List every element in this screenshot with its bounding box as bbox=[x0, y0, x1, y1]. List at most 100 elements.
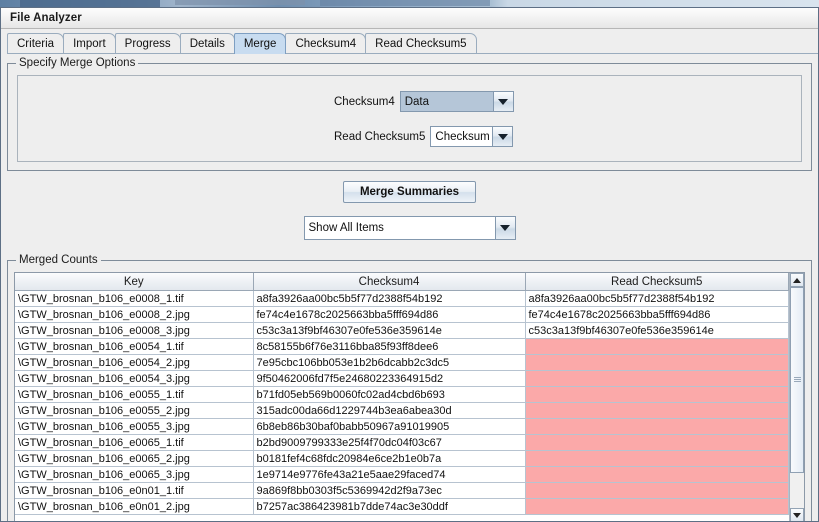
cell-checksum4[interactable]: c53c3a13f9bf46307e0fe536e359614e bbox=[253, 323, 525, 339]
column-header-read-checksum5[interactable]: Read Checksum5 bbox=[525, 273, 789, 291]
cell-read-checksum5-missing[interactable] bbox=[525, 403, 789, 419]
tab-criteria[interactable]: Criteria bbox=[7, 33, 64, 54]
cell-key[interactable]: \GTW_brosnan_b106_e0054_2.jpg bbox=[15, 355, 253, 371]
scroll-down-arrow-icon[interactable] bbox=[790, 508, 804, 522]
cell-checksum4[interactable]: 1e9714e9776fe43a21e5aae29faced74 bbox=[253, 467, 525, 483]
table-vertical-scrollbar[interactable] bbox=[789, 273, 804, 522]
cell-read-checksum5-missing[interactable] bbox=[525, 451, 789, 467]
tab-bar: Criteria Import Progress Details Merge C… bbox=[1, 29, 818, 54]
tab-read-checksum5[interactable]: Read Checksum5 bbox=[365, 33, 476, 54]
cell-checksum4[interactable]: fe74c4e1678c2025663bba5fff694d86 bbox=[253, 307, 525, 323]
cell-key[interactable]: \GTW_brosnan_b106_e0055_3.jpg bbox=[15, 419, 253, 435]
table-row[interactable]: \GTW_brosnan_b106_e0054_1.tif8c58155b6f7… bbox=[15, 339, 789, 355]
cell-key[interactable]: \GTW_brosnan_b106_e0065_1.tif bbox=[15, 435, 253, 451]
specify-merge-options-group: Specify Merge Options Checksum4 Data Rea… bbox=[7, 63, 812, 171]
cell-checksum4[interactable]: b71fd05eb569b0060fc02ad4cbd6b693 bbox=[253, 387, 525, 403]
cell-key[interactable]: \GTW_brosnan_b106_e0065_3.jpg bbox=[15, 467, 253, 483]
table-row[interactable]: \GTW_brosnan_b106_e0054_2.jpg7e95cbc106b… bbox=[15, 355, 789, 371]
cell-key[interactable]: \GTW_brosnan_b106_e0054_1.tif bbox=[15, 339, 253, 355]
chevron-down-icon[interactable] bbox=[493, 92, 513, 111]
table-row[interactable]: \GTW_brosnan_b106_e0008_3.jpgc53c3a13f9b… bbox=[15, 323, 789, 339]
tab-merge[interactable]: Merge bbox=[234, 33, 287, 54]
tab-details[interactable]: Details bbox=[180, 33, 235, 54]
scroll-up-arrow-icon[interactable] bbox=[790, 273, 804, 287]
cell-checksum4[interactable]: 9a869f8bb0303f5c5369942d2f9a73ec bbox=[253, 483, 525, 499]
cell-read-checksum5-missing[interactable] bbox=[525, 339, 789, 355]
desktop-artifact-3 bbox=[320, 0, 490, 6]
table-row[interactable]: \GTW_brosnan_b106_e0008_2.jpgfe74c4e1678… bbox=[15, 307, 789, 323]
scrollbar-grip bbox=[794, 377, 801, 382]
cell-read-checksum5-missing[interactable] bbox=[525, 467, 789, 483]
merged-counts-table-scrollpane: Key Checksum4 Read Checksum5 \GTW_brosna… bbox=[14, 272, 805, 522]
tab-checksum4[interactable]: Checksum4 bbox=[285, 33, 366, 54]
cell-checksum4[interactable]: 7e95cbc106bb053e1b2b6dcabb2c3dc5 bbox=[253, 355, 525, 371]
tab-progress[interactable]: Progress bbox=[115, 33, 181, 54]
merge-options-inner-panel: Checksum4 Data Read Checksum5 Checksum bbox=[17, 75, 802, 162]
cell-key[interactable]: \GTW_brosnan_b106_e0008_2.jpg bbox=[15, 307, 253, 323]
desktop-artifact-2 bbox=[175, 0, 305, 5]
table-row[interactable]: \GTW_brosnan_b106_e0065_3.jpg1e9714e9776… bbox=[15, 467, 789, 483]
read-checksum5-label: Read Checksum5 bbox=[334, 131, 425, 143]
merge-summaries-button-row: Merge Summaries bbox=[1, 181, 818, 203]
column-header-checksum4[interactable]: Checksum4 bbox=[253, 273, 525, 291]
cell-read-checksum5-missing[interactable] bbox=[525, 483, 789, 499]
merge-summaries-button[interactable]: Merge Summaries bbox=[343, 181, 476, 203]
cell-key[interactable]: \GTW_brosnan_b106_e0065_2.jpg bbox=[15, 451, 253, 467]
chevron-down-icon[interactable] bbox=[495, 217, 515, 239]
column-header-key[interactable]: Key bbox=[15, 273, 253, 291]
tab-bar-underline bbox=[7, 53, 818, 54]
table-row[interactable]: \GTW_brosnan_b106_e0055_2.jpg315adc00da6… bbox=[15, 403, 789, 419]
checksum4-label: Checksum4 bbox=[334, 96, 395, 108]
merge-tab-panel: Specify Merge Options Checksum4 Data Rea… bbox=[1, 63, 818, 522]
cell-checksum4[interactable]: a8fa3926aa00bc5b5f77d2388f54b192 bbox=[253, 291, 525, 307]
merged-counts-table: Key Checksum4 Read Checksum5 \GTW_brosna… bbox=[15, 273, 789, 515]
cell-key[interactable]: \GTW_brosnan_b106_e0055_2.jpg bbox=[15, 403, 253, 419]
cell-checksum4[interactable]: 6b8eb86b30baf0babb50967a91019905 bbox=[253, 419, 525, 435]
table-row[interactable]: \GTW_brosnan_b106_e0065_2.jpgb0181fef4c6… bbox=[15, 451, 789, 467]
cell-read-checksum5-missing[interactable] bbox=[525, 371, 789, 387]
cell-read-checksum5-missing[interactable] bbox=[525, 419, 789, 435]
cell-checksum4[interactable]: 8c58155b6f76e3116bba85f93ff8dee6 bbox=[253, 339, 525, 355]
cell-read-checksum5[interactable]: a8fa3926aa00bc5b5f77d2388f54b192 bbox=[525, 291, 789, 307]
cell-key[interactable]: \GTW_brosnan_b106_e0008_1.tif bbox=[15, 291, 253, 307]
cell-key[interactable]: \GTW_brosnan_b106_e0n01_2.jpg bbox=[15, 499, 253, 515]
cell-key[interactable]: \GTW_brosnan_b106_e0n01_1.tif bbox=[15, 483, 253, 499]
chevron-down-icon[interactable] bbox=[492, 127, 512, 146]
table-body: \GTW_brosnan_b106_e0008_1.tifa8fa3926aa0… bbox=[15, 291, 789, 515]
read-checksum5-combo[interactable]: Checksum bbox=[430, 126, 513, 147]
application-window: File Analyzer Criteria Import Progress D… bbox=[0, 7, 819, 522]
table-row[interactable]: \GTW_brosnan_b106_e0008_1.tifa8fa3926aa0… bbox=[15, 291, 789, 307]
window-title: File Analyzer bbox=[10, 12, 82, 24]
table-row[interactable]: \GTW_brosnan_b106_e0n01_2.jpgb7257ac3864… bbox=[15, 499, 789, 515]
table-row[interactable]: \GTW_brosnan_b106_e0055_3.jpg6b8eb86b30b… bbox=[15, 419, 789, 435]
cell-key[interactable]: \GTW_brosnan_b106_e0055_1.tif bbox=[15, 387, 253, 403]
cell-checksum4[interactable]: b7257ac386423981b7dde74ac3e30ddf bbox=[253, 499, 525, 515]
cell-read-checksum5-missing[interactable] bbox=[525, 435, 789, 451]
cell-read-checksum5[interactable]: fe74c4e1678c2025663bba5fff694d86 bbox=[525, 307, 789, 323]
cell-read-checksum5-missing[interactable] bbox=[525, 499, 789, 515]
merged-counts-title: Merged Counts bbox=[16, 254, 101, 266]
show-items-filter-combo[interactable]: Show All Items bbox=[304, 216, 516, 240]
cell-key[interactable]: \GTW_brosnan_b106_e0054_3.jpg bbox=[15, 371, 253, 387]
merged-counts-table-viewport: Key Checksum4 Read Checksum5 \GTW_brosna… bbox=[15, 273, 789, 522]
cell-read-checksum5-missing[interactable] bbox=[525, 387, 789, 403]
cell-checksum4[interactable]: b2bd9009799333e25f4f70dc04f03c67 bbox=[253, 435, 525, 451]
cell-key[interactable]: \GTW_brosnan_b106_e0008_3.jpg bbox=[15, 323, 253, 339]
cell-checksum4[interactable]: b0181fef4c68fdc20984e6ce2b1e0b7a bbox=[253, 451, 525, 467]
read-checksum5-field-row: Read Checksum5 Checksum bbox=[334, 126, 513, 147]
tab-import[interactable]: Import bbox=[63, 33, 116, 54]
checksum4-combo[interactable]: Data bbox=[400, 91, 514, 112]
specify-merge-options-title: Specify Merge Options bbox=[16, 57, 138, 69]
table-header-row: Key Checksum4 Read Checksum5 bbox=[15, 273, 789, 291]
vertical-scrollbar-thumb[interactable] bbox=[790, 287, 804, 473]
cell-checksum4[interactable]: 9f50462006fd7f5e24680223364915d2 bbox=[253, 371, 525, 387]
cell-read-checksum5[interactable]: c53c3a13f9bf46307e0fe536e359614e bbox=[525, 323, 789, 339]
read-checksum5-combo-value: Checksum bbox=[431, 127, 492, 146]
table-row[interactable]: \GTW_brosnan_b106_e0055_1.tifb71fd05eb56… bbox=[15, 387, 789, 403]
window-title-bar: File Analyzer bbox=[1, 8, 818, 29]
table-row[interactable]: \GTW_brosnan_b106_e0054_3.jpg9f50462006f… bbox=[15, 371, 789, 387]
table-row[interactable]: \GTW_brosnan_b106_e0065_1.tifb2bd9009799… bbox=[15, 435, 789, 451]
cell-read-checksum5-missing[interactable] bbox=[525, 355, 789, 371]
table-row[interactable]: \GTW_brosnan_b106_e0n01_1.tif9a869f8bb03… bbox=[15, 483, 789, 499]
cell-checksum4[interactable]: 315adc00da66d1229744b3ea6abea30d bbox=[253, 403, 525, 419]
